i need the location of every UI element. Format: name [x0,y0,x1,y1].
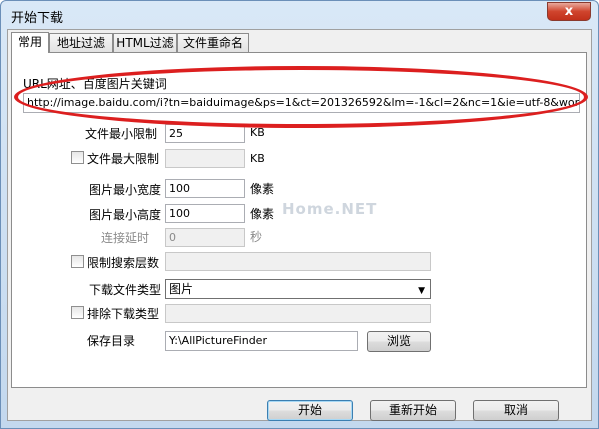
img-min-width-label: 图片最小宽度 [89,183,162,197]
tab-html-filter[interactable]: HTML过滤 [113,33,177,52]
file-max-unit: KB [250,152,265,165]
window-title: 开始下载 [11,11,64,26]
cancel-button[interactable]: 取消 [473,400,559,421]
img-min-height-input[interactable]: 100 [165,204,245,223]
download-type-label: 下载文件类型 [89,283,162,297]
img-min-height-unit: 像素 [250,207,275,221]
dialog-client: 常用 地址过滤 HTML过滤 文件重命名 URL网址、百度图片关键词 http:… [7,29,592,421]
connect-delay-unit: 秒 [250,230,263,244]
url-label: URL网址、百度图片关键词 [23,77,167,91]
img-min-width-unit: 像素 [250,182,275,196]
exclude-type-checkbox[interactable] [71,306,84,319]
close-button[interactable]: x [547,2,591,21]
file-min-label: 文件最小限制 [85,127,158,141]
url-input[interactable]: http://image.baidu.com/i?tn=baiduimage&p… [23,93,580,113]
exclude-type-label: 排除下载类型 [87,307,160,321]
connect-delay-input[interactable]: 0 [165,228,245,247]
title-bar: 开始下载 x [1,1,598,29]
tab-file-rename[interactable]: 文件重命名 [177,33,249,52]
connect-delay-label: 连接延时 [101,231,150,245]
file-max-input[interactable] [165,149,245,168]
save-dir-label: 保存目录 [87,334,136,348]
tab-panel-general: URL网址、百度图片关键词 http://image.baidu.com/i?t… [11,52,587,388]
img-min-height-label: 图片最小高度 [89,208,162,222]
limit-depth-input[interactable] [165,252,431,271]
limit-depth-label: 限制搜索层数 [87,256,160,270]
start-button[interactable]: 开始 [267,400,353,421]
tab-url-filter[interactable]: 地址过滤 [49,33,113,52]
tab-general[interactable]: 常用 [11,32,49,53]
img-min-width-input[interactable]: 100 [165,179,245,198]
browse-button[interactable]: 浏览 [367,331,431,352]
watermark-text: Home.NET [282,200,378,218]
limit-depth-checkbox[interactable] [71,255,84,268]
file-min-unit: KB [250,126,265,139]
file-max-label: 文件最大限制 [87,152,160,166]
exclude-type-input[interactable] [165,304,431,323]
file-max-checkbox[interactable] [71,151,84,164]
file-min-input[interactable]: 25 [165,124,245,143]
download-type-value: 图片 [169,282,194,296]
save-dir-input[interactable]: Y:\AllPictureFinder [165,331,358,351]
download-type-select[interactable]: 图片 ▼ [165,279,431,299]
close-icon: x [564,4,574,19]
chevron-down-icon: ▼ [418,286,425,296]
restart-button[interactable]: 重新开始 [370,400,456,421]
